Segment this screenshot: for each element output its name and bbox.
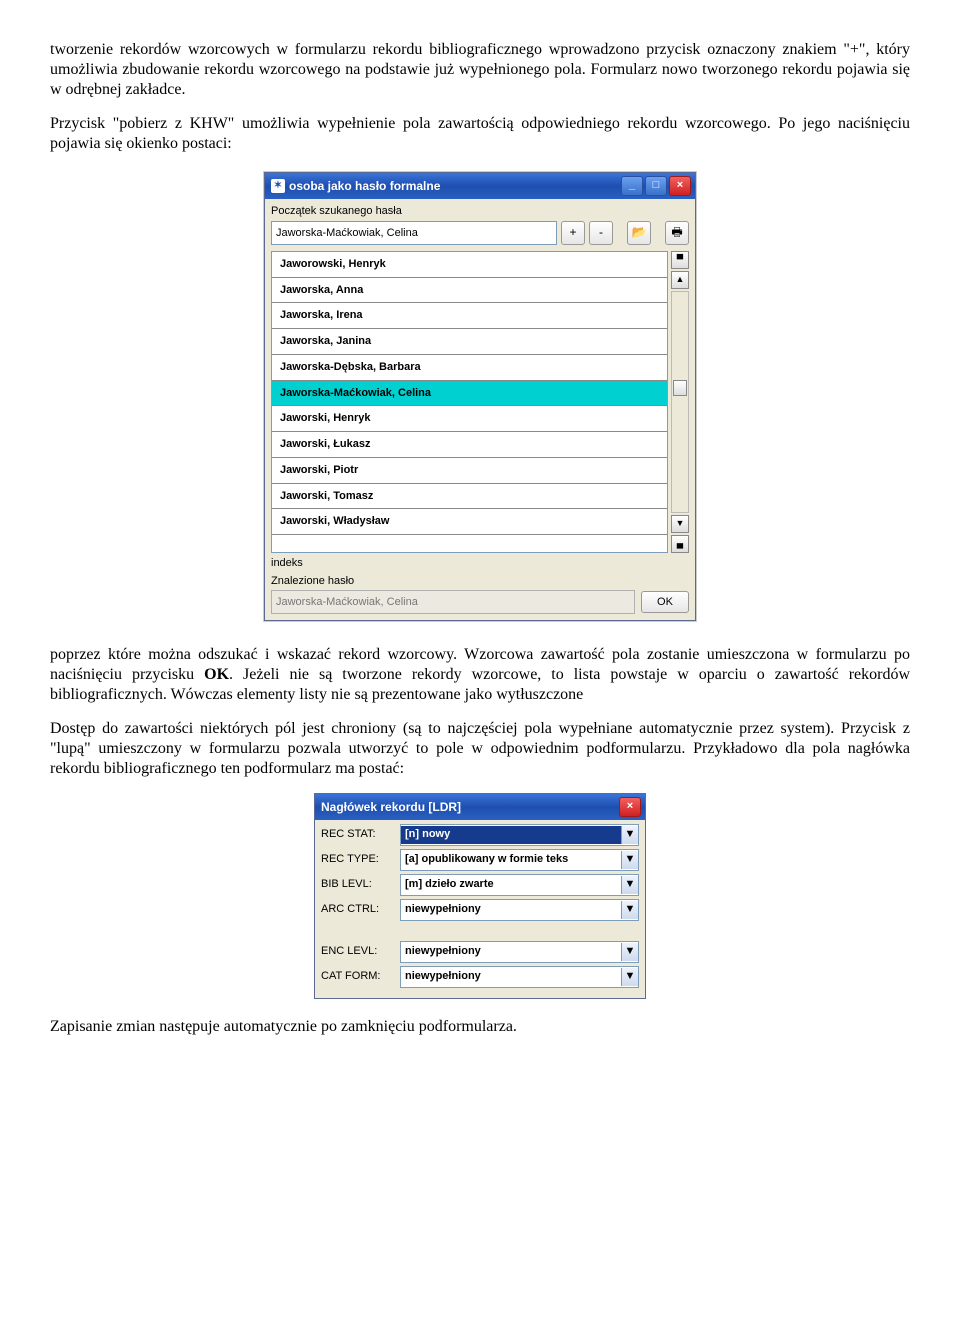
- list-item[interactable]: Jaworski, Łukasz: [272, 432, 667, 458]
- dropdown[interactable]: [a] opublikowany w formie teks▼: [400, 849, 639, 871]
- field-label: REC TYPE:: [321, 853, 395, 867]
- titlebar: ✶ osoba jako hasło formalne _ □ ×: [265, 173, 695, 199]
- scrollbar: ▀ ▲ ▼ ▄: [671, 251, 689, 553]
- list-item[interactable]: Jaworska, Janina: [272, 329, 667, 355]
- dropdown[interactable]: [n] nowy▼: [400, 824, 639, 846]
- results-list: Jaworowski, HenrykJaworska, AnnaJaworska…: [271, 251, 668, 553]
- paragraph-2: Przycisk "pobierz z KHW" umożliwia wypeł…: [50, 114, 910, 154]
- paragraph-3: poprzez które można odszukać i wskazać r…: [50, 645, 910, 705]
- dropdown-value: niewypełniony: [401, 943, 621, 961]
- dropdown-value: niewypełniony: [401, 968, 621, 986]
- search-input[interactable]: [271, 221, 557, 245]
- list-item[interactable]: Jaworski, Piotr: [272, 458, 667, 484]
- list-item[interactable]: Jaworska-Maćkowiak, Celina: [272, 381, 667, 407]
- found-input: [271, 590, 635, 614]
- print-icon[interactable]: 🖶: [665, 221, 689, 245]
- chevron-down-icon[interactable]: ▼: [621, 901, 638, 919]
- scroll-thumb[interactable]: [673, 380, 687, 396]
- field-label: BIB LEVL:: [321, 878, 395, 892]
- titlebar: Nagłówek rekordu [LDR] ×: [315, 794, 645, 820]
- dropdown-value: niewypełniony: [401, 901, 621, 919]
- dropdown[interactable]: niewypełniony▼: [400, 966, 639, 988]
- list-item[interactable]: Jaworski, Władysław: [272, 509, 667, 535]
- field-label: ENC LEVL:: [321, 945, 395, 959]
- list-item[interactable]: Jaworowski, Henryk: [272, 252, 667, 278]
- scroll-up-icon[interactable]: ▲: [671, 271, 689, 289]
- dropdown[interactable]: niewypełniony▼: [400, 899, 639, 921]
- list-item[interactable]: Jaworski, Tomasz: [272, 484, 667, 510]
- minimize-button[interactable]: _: [621, 176, 643, 196]
- index-label: indeks: [271, 557, 689, 571]
- list-item[interactable]: Jaworska, Anna: [272, 278, 667, 304]
- scroll-top-icon[interactable]: ▀: [671, 251, 689, 269]
- paragraph-4: Dostęp do zawartości niektórych pól jest…: [50, 719, 910, 779]
- field-label: CAT FORM:: [321, 970, 395, 984]
- dropdown-value: [m] dzieło zwarte: [401, 876, 621, 894]
- chevron-down-icon[interactable]: ▼: [621, 851, 638, 869]
- zoom-out-button[interactable]: -: [589, 221, 613, 245]
- chevron-down-icon[interactable]: ▼: [621, 943, 638, 961]
- dropdown[interactable]: niewypełniony▼: [400, 941, 639, 963]
- zoom-in-button[interactable]: +: [561, 221, 585, 245]
- window-title: osoba jako hasło formalne: [289, 179, 440, 194]
- chevron-down-icon[interactable]: ▼: [621, 968, 638, 986]
- chevron-down-icon[interactable]: ▼: [621, 826, 638, 844]
- paragraph-1: tworzenie rekordów wzorcowych w formular…: [50, 40, 910, 100]
- ok-button[interactable]: OK: [641, 591, 689, 613]
- scroll-down-icon[interactable]: ▼: [671, 515, 689, 533]
- field-label: ARC CTRL:: [321, 903, 395, 917]
- khw-lookup-window: ✶ osoba jako hasło formalne _ □ × Począt…: [264, 172, 696, 621]
- maximize-button[interactable]: □: [645, 176, 667, 196]
- list-item[interactable]: Jaworska-Dębska, Barbara: [272, 355, 667, 381]
- field-label: REC STAT:: [321, 828, 395, 842]
- chevron-down-icon[interactable]: ▼: [621, 876, 638, 894]
- list-item[interactable]: Jaworski, Henryk: [272, 406, 667, 432]
- search-label: Początek szukanego hasła: [271, 205, 689, 219]
- dropdown-value: [n] nowy: [401, 826, 621, 844]
- dropdown-value: [a] opublikowany w formie teks: [401, 851, 621, 869]
- app-icon: ✶: [271, 179, 285, 193]
- ldr-subform-window: Nagłówek rekordu [LDR] × REC STAT: [n] no…: [314, 793, 646, 999]
- scroll-bottom-icon[interactable]: ▄: [671, 535, 689, 553]
- list-item[interactable]: Jaworska, Irena: [272, 303, 667, 329]
- found-label: Znalezione hasło: [271, 575, 689, 589]
- dropdown[interactable]: [m] dzieło zwarte▼: [400, 874, 639, 896]
- open-folder-icon[interactable]: 📂: [627, 221, 651, 245]
- close-button[interactable]: ×: [669, 176, 691, 196]
- scroll-track[interactable]: [671, 291, 689, 513]
- window-title: Nagłówek rekordu [LDR]: [321, 800, 461, 815]
- close-button[interactable]: ×: [619, 797, 641, 817]
- paragraph-5: Zapisanie zmian następuje automatycznie …: [50, 1017, 910, 1037]
